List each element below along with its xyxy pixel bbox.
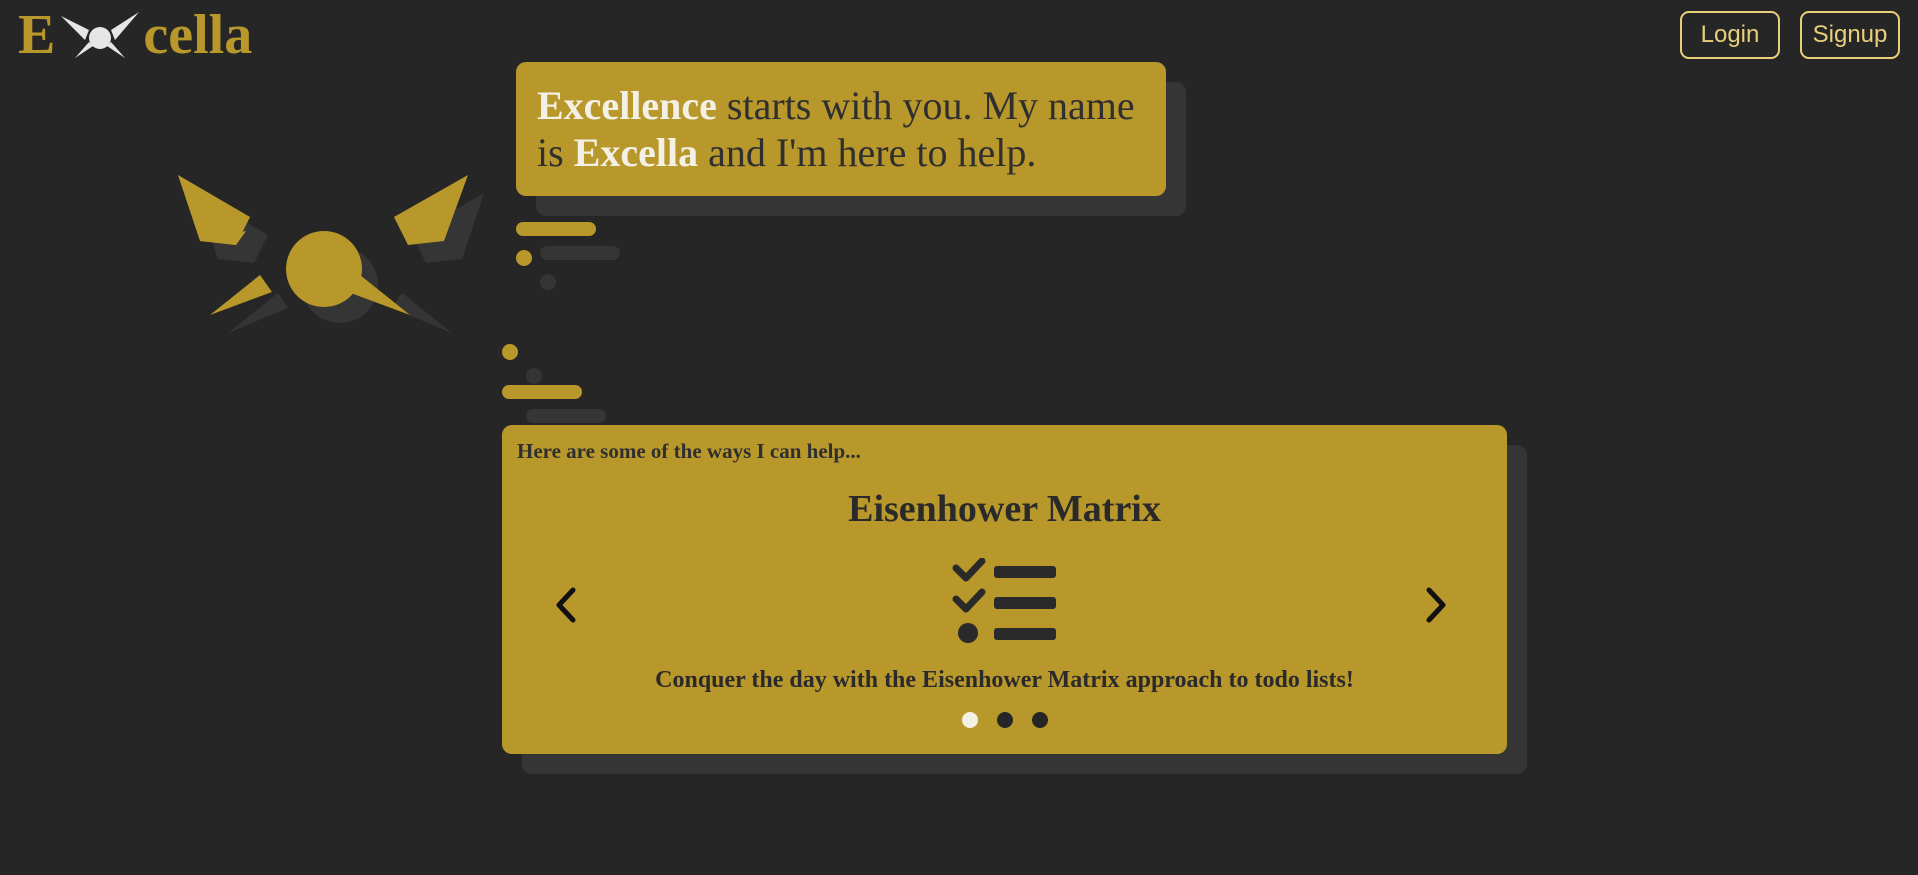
features-carousel: Here are some of the ways I can help... … (502, 425, 1507, 754)
decor-pill (540, 246, 620, 260)
slide-description: Conquer the day with the Eisenhower Matr… (655, 667, 1354, 693)
decor-pill (502, 385, 582, 399)
chevron-right-icon[interactable] (1415, 580, 1455, 630)
chevron-left-icon[interactable] (547, 580, 587, 630)
carousel-dot-1[interactable] (961, 712, 978, 728)
bubble-bold-excellence: Excellence (537, 83, 717, 128)
decor-pill (516, 222, 596, 236)
bubble-bold-excella: Excella (573, 130, 699, 175)
logo: E cella (18, 6, 252, 64)
excella-mascot-icon (178, 175, 484, 333)
decor-dot (502, 344, 518, 360)
carousel-dot-2[interactable] (996, 712, 1013, 728)
signup-button[interactable]: Signup (1800, 11, 1900, 59)
decor-pill (526, 409, 606, 423)
logo-wordmark: cella (143, 4, 253, 66)
carousel-intro: Here are some of the ways I can help... (517, 439, 861, 463)
checklist-icon (952, 558, 1056, 643)
butterfly-logo-icon (61, 12, 140, 58)
logo-letter-e: E (18, 4, 56, 66)
login-button[interactable]: Login (1680, 11, 1780, 59)
speech-bubble: Excellence starts with you. My name is E… (516, 62, 1166, 196)
decor-dot (516, 250, 532, 266)
carousel-indicators (502, 712, 1507, 728)
bubble-text-2: and I'm here to help. (698, 130, 1037, 175)
slide-title: Eisenhower Matrix (848, 488, 1161, 530)
decor-dot (526, 368, 542, 384)
carousel-dot-3[interactable] (1031, 712, 1048, 728)
decor-dot (540, 274, 556, 290)
